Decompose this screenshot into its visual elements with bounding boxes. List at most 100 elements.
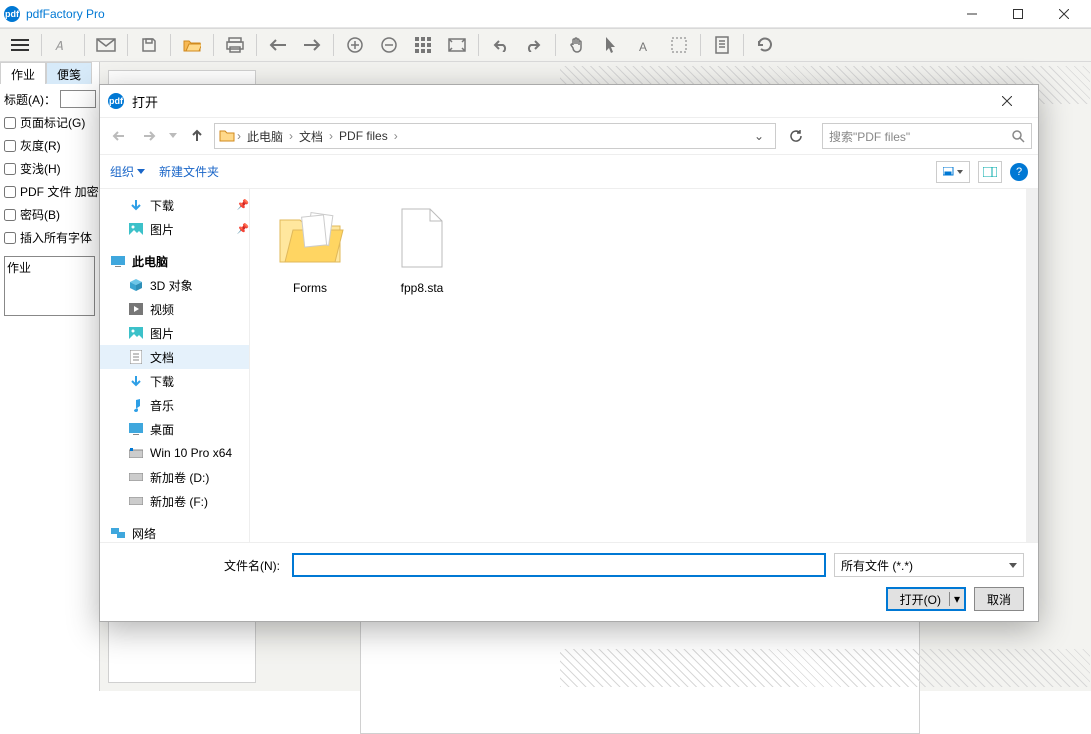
open-button-label: 打开(O): [900, 591, 941, 608]
refresh-icon[interactable]: [780, 123, 812, 149]
chevron-right-icon: ›: [329, 129, 333, 143]
folder-tree[interactable]: 下载📌 图片📌 此电脑 3D 对象 视频 图片 文档 下载 音乐 桌面 Win …: [100, 189, 250, 542]
thumbs-icon[interactable]: [407, 31, 439, 59]
tree-music[interactable]: 音乐: [100, 393, 249, 417]
side-form: 标题(A)： 页面标记(G) 灰度(R) 变浅(H) PDF 文件 加密 密码(…: [0, 84, 99, 252]
tab-jobs[interactable]: 作业: [0, 62, 46, 84]
embed-checkbox[interactable]: [4, 232, 16, 244]
close-button[interactable]: [1041, 0, 1087, 28]
mail-icon[interactable]: [90, 31, 122, 59]
pointer-icon[interactable]: [595, 31, 627, 59]
main-titlebar: pdf pdfFactory Pro: [0, 0, 1091, 28]
tree-pictures2[interactable]: 图片: [100, 321, 249, 345]
side-tabs: 作业 便笺: [0, 62, 99, 84]
zoomout-icon[interactable]: [373, 31, 405, 59]
help-icon[interactable]: ?: [1010, 163, 1028, 181]
preview-pane-toggle[interactable]: [978, 161, 1002, 183]
chevron-down-icon: [1009, 563, 1017, 568]
new-folder-button[interactable]: 新建文件夹: [159, 163, 219, 180]
left-panel: 作业 便笺 标题(A)： 页面标记(G) 灰度(R) 变浅(H) PDF 文件 …: [0, 62, 100, 691]
save-icon[interactable]: [133, 31, 165, 59]
file-item-sta[interactable]: fpp8.sta: [380, 201, 464, 295]
minimize-button[interactable]: [949, 0, 995, 28]
tab-notes[interactable]: 便笺: [46, 62, 92, 84]
forward-icon[interactable]: [296, 31, 328, 59]
organize-dropdown[interactable]: 组织: [110, 163, 145, 180]
pdf-icon[interactable]: 𝐴: [47, 31, 79, 59]
open-icon[interactable]: [176, 31, 208, 59]
nav-up-icon[interactable]: [184, 123, 210, 149]
open-button-dropdown[interactable]: ▾: [949, 592, 960, 606]
file-item-folder[interactable]: Forms: [268, 201, 352, 295]
tree-desktop[interactable]: 桌面: [100, 417, 249, 441]
crumb-pdffiles[interactable]: PDF files: [335, 129, 392, 143]
organize-label: 组织: [110, 163, 134, 180]
note-icon[interactable]: [706, 31, 738, 59]
pagemark-checkbox[interactable]: [4, 117, 16, 129]
tree-thispc[interactable]: 此电脑: [100, 249, 249, 273]
tree-label: Win 10 Pro x64: [150, 446, 232, 460]
file-label: fpp8.sta: [401, 281, 444, 295]
filename-label: 文件名(N):: [114, 557, 284, 574]
open-button[interactable]: 打开(O) ▾: [886, 587, 966, 611]
tree-pictures[interactable]: 图片📌: [100, 217, 249, 241]
tree-label: 此电脑: [132, 253, 168, 270]
encrypt-checkbox[interactable]: [4, 186, 16, 198]
folder-large-icon: [273, 201, 347, 275]
nav-recent-dropdown[interactable]: [166, 123, 180, 149]
rotate-icon[interactable]: [749, 31, 781, 59]
file-type-filter[interactable]: 所有文件 (*.*): [834, 553, 1024, 577]
dialog-toolbar: 组织 新建文件夹 ?: [100, 155, 1038, 189]
tree-downloads2[interactable]: 下载: [100, 369, 249, 393]
tree-volf[interactable]: 新加卷 (F:): [100, 489, 249, 513]
back-icon[interactable]: [262, 31, 294, 59]
app-title: pdfFactory Pro: [26, 7, 949, 21]
tree-label: 下载: [150, 197, 174, 214]
crumb-documents[interactable]: 文档: [295, 128, 327, 145]
fit-icon[interactable]: [441, 31, 473, 59]
app-icon: pdf: [4, 6, 20, 22]
scrollbar[interactable]: [1026, 189, 1038, 542]
tree-network[interactable]: 网络: [100, 521, 249, 542]
filename-input[interactable]: [292, 553, 826, 577]
redo-icon[interactable]: [518, 31, 550, 59]
lighten-checkbox[interactable]: [4, 163, 16, 175]
undo-icon[interactable]: [484, 31, 516, 59]
hand-icon[interactable]: [561, 31, 593, 59]
tree-documents[interactable]: 文档: [100, 345, 249, 369]
tree-downloads[interactable]: 下载📌: [100, 193, 249, 217]
nav-forward-icon[interactable]: [136, 123, 162, 149]
crumb-thispc[interactable]: 此电脑: [243, 128, 287, 145]
select-icon[interactable]: [663, 31, 695, 59]
gray-checkbox[interactable]: [4, 140, 16, 152]
password-label: 密码(B): [20, 206, 60, 223]
tree-label: 文档: [150, 349, 174, 366]
search-input[interactable]: 搜索"PDF files": [822, 123, 1032, 149]
crumb-dropdown-icon[interactable]: ⌄: [747, 129, 771, 143]
tree-3dobjects[interactable]: 3D 对象: [100, 273, 249, 297]
file-list[interactable]: Forms fpp8.sta: [250, 189, 1038, 542]
pagemark-label: 页面标记(G): [20, 114, 85, 131]
dialog-close-button[interactable]: [984, 87, 1030, 115]
zoomin-icon[interactable]: [339, 31, 371, 59]
tree-win10drive[interactable]: Win 10 Pro x64: [100, 441, 249, 465]
tree-label: 新加卷 (D:): [150, 469, 209, 486]
password-checkbox[interactable]: [4, 209, 16, 221]
title-input[interactable]: [60, 90, 96, 108]
cancel-button[interactable]: 取消: [974, 587, 1024, 611]
tree-vold[interactable]: 新加卷 (D:): [100, 465, 249, 489]
tree-videos[interactable]: 视频: [100, 297, 249, 321]
menu-icon[interactable]: [4, 31, 36, 59]
breadcrumb-bar[interactable]: › 此电脑 › 文档 › PDF files › ⌄: [214, 123, 776, 149]
bottom-margin-indicator: [560, 649, 1090, 687]
title-label: 标题(A)：: [4, 91, 56, 108]
dialog-titlebar: pdf 打开: [100, 85, 1038, 117]
view-mode-picker[interactable]: [936, 161, 970, 183]
jobs-box[interactable]: 作业: [4, 256, 95, 316]
download-icon: [128, 197, 144, 213]
nav-back-icon[interactable]: [106, 123, 132, 149]
maximize-button[interactable]: [995, 0, 1041, 28]
text-icon[interactable]: A: [629, 31, 661, 59]
print-icon[interactable]: [219, 31, 251, 59]
drive-icon: [128, 469, 144, 485]
